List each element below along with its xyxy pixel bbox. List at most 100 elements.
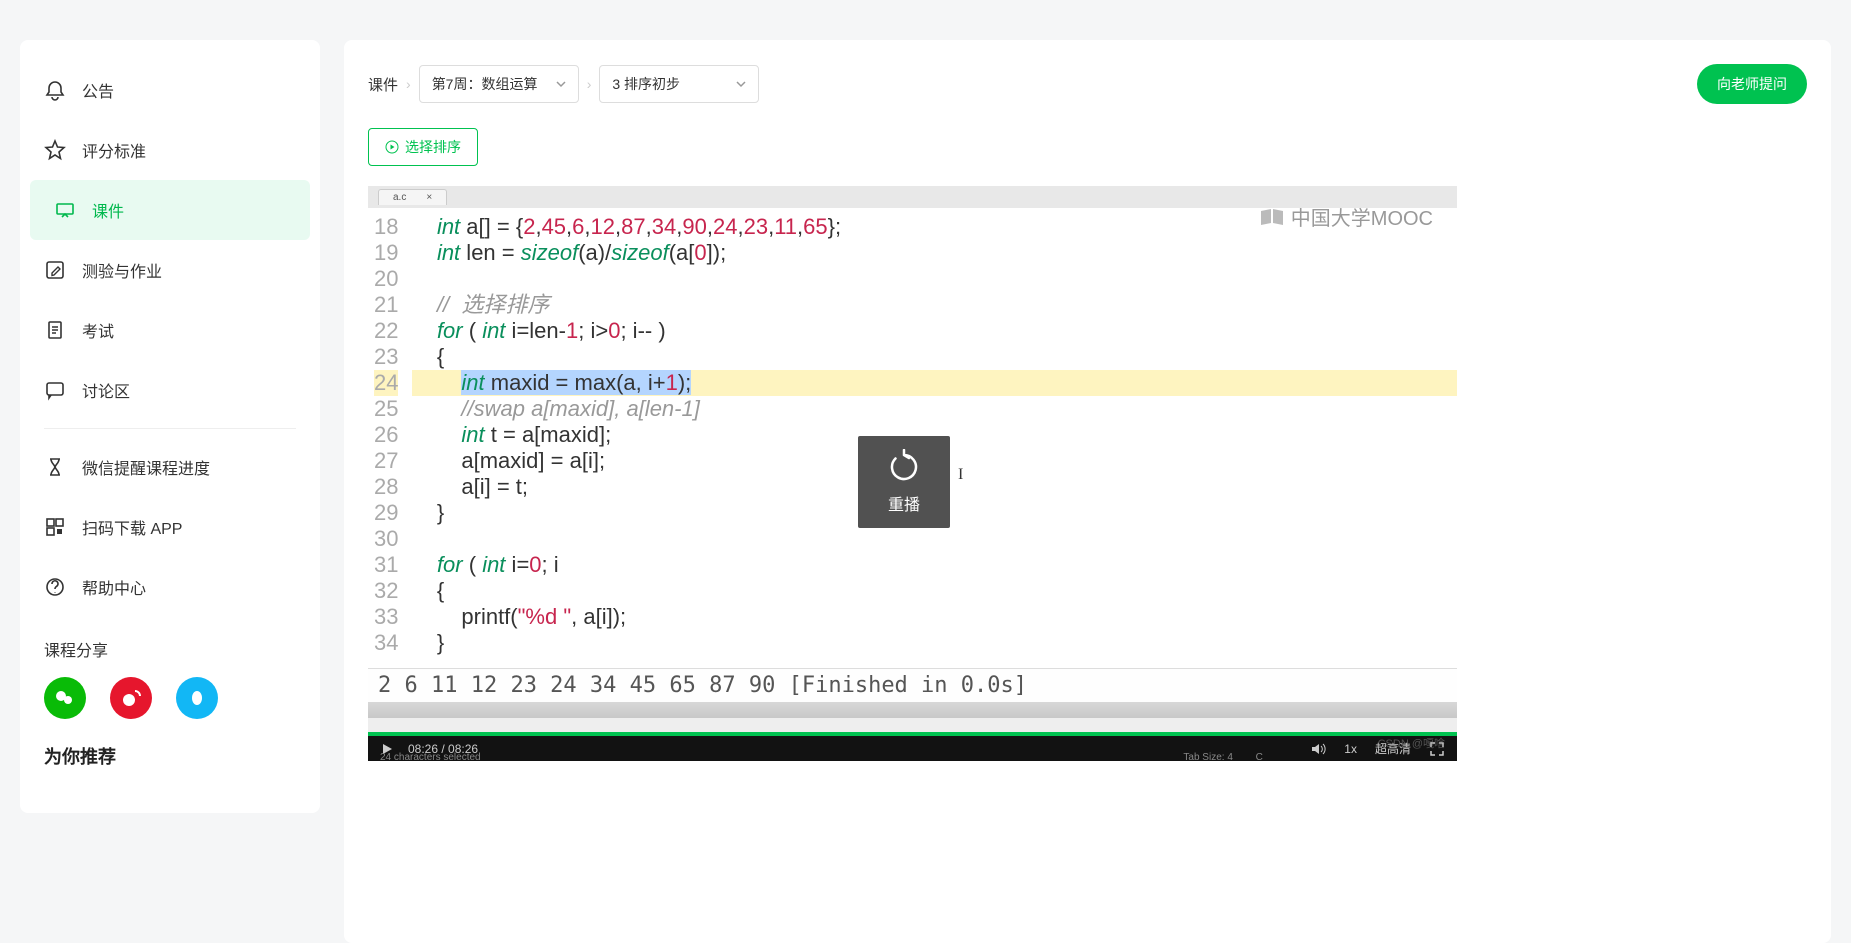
- line-number: 30: [374, 526, 398, 552]
- line-number: 18: [374, 214, 398, 240]
- code-line: }: [412, 630, 1457, 656]
- speed-button[interactable]: 1x: [1344, 742, 1357, 756]
- code-line: for ( int i=0; i: [412, 552, 1457, 578]
- doc-icon: [44, 319, 66, 341]
- line-number: 25: [374, 396, 398, 422]
- chevron-right-icon: ›: [406, 76, 411, 92]
- main-content: 课件 › 第7周：数组运算 › 3 排序初步 向老师提问 选择排序 a.c: [344, 40, 1831, 943]
- code-line: int maxid = max(a, i+1);: [412, 370, 1457, 396]
- code-line: // 选择排序: [412, 292, 1457, 318]
- line-number: 28: [374, 474, 398, 500]
- code-line: for ( int i=len-1; i>0; i-- ): [412, 318, 1457, 344]
- line-number: 19: [374, 240, 398, 266]
- line-number: 31: [374, 552, 398, 578]
- sidebar-item-label: 微信提醒课程进度: [82, 455, 210, 479]
- breadcrumb-week-label: 第7周：数组运算: [432, 74, 538, 94]
- line-gutter: 18192021222324 25262728293031323334: [368, 208, 408, 668]
- sidebar-item-label: 课件: [92, 198, 124, 222]
- selection-info: 24 characters selected Tab Size: 4 C: [380, 752, 1263, 763]
- qr-icon: [44, 516, 66, 538]
- breadcrumb-lesson-select[interactable]: 3 排序初步: [599, 65, 759, 103]
- line-number: 22: [374, 318, 398, 344]
- line-number: 24: [374, 370, 398, 396]
- ask-teacher-button[interactable]: 向老师提问: [1697, 64, 1807, 104]
- line-number: 29: [374, 500, 398, 526]
- console-output: 2 6 11 12 23 24 34 45 65 87 90 [Finished…: [368, 668, 1457, 702]
- share-section: 课程分享: [20, 617, 320, 719]
- chevron-right-icon: ›: [587, 76, 592, 92]
- sidebar-item-label: 考试: [82, 318, 114, 342]
- hourglass-icon: [44, 456, 66, 478]
- breadcrumb-root[interactable]: 课件: [368, 74, 398, 95]
- sidebar-item-label: 评分标准: [82, 138, 146, 162]
- share-title: 课程分享: [44, 637, 296, 661]
- code-line: int len = sizeof(a)/sizeof(a[0]);: [412, 240, 1457, 266]
- wechat-share-icon[interactable]: [44, 677, 86, 719]
- code-line: [412, 526, 1457, 552]
- watermark: CSDN @嘎啥: [1378, 735, 1445, 751]
- sidebar-item-5[interactable]: 讨论区: [20, 360, 320, 420]
- line-number: 23: [374, 344, 398, 370]
- sidebar-item-label: 帮助中心: [82, 575, 146, 599]
- edit-icon: [44, 259, 66, 281]
- close-icon: ×: [426, 192, 432, 203]
- star-icon: [44, 139, 66, 161]
- line-number: 20: [374, 266, 398, 292]
- recommend-title: 为你推荐: [44, 743, 296, 769]
- breadcrumb-lesson-label: 3 排序初步: [612, 74, 680, 94]
- text-cursor-icon: I: [958, 466, 960, 484]
- replay-icon: [886, 449, 922, 485]
- replay-label: 重播: [888, 491, 920, 515]
- play-icon: [385, 140, 399, 154]
- line-number: 34: [374, 630, 398, 656]
- breadcrumb-week-select[interactable]: 第7周：数组运算: [419, 65, 579, 103]
- sidebar-item-6[interactable]: 微信提醒课程进度: [20, 437, 320, 497]
- file-tab-name: a.c: [393, 192, 406, 203]
- replay-button[interactable]: 重播: [858, 436, 950, 528]
- sidebar-item-3[interactable]: 测验与作业: [20, 240, 320, 300]
- line-number: 27: [374, 448, 398, 474]
- video-player: a.c × 18192021222324 2526272829303132333…: [368, 186, 1457, 761]
- sidebar: 公告评分标准课件测验与作业考试讨论区微信提醒课程进度扫码下载 APP 帮助中心 课…: [20, 40, 320, 813]
- mooc-logo-text: 中国大学MOOC: [1291, 202, 1433, 231]
- code-line: {: [412, 578, 1457, 604]
- sidebar-item-label: 扫码下载 APP: [82, 515, 182, 539]
- projector-icon: [54, 199, 76, 221]
- volume-icon[interactable]: [1310, 741, 1326, 757]
- qq-share-icon[interactable]: [176, 677, 218, 719]
- recommend-section: 为你推荐: [20, 719, 320, 793]
- help-icon: [44, 576, 66, 598]
- code-line: //swap a[maxid], a[len-1]: [412, 396, 1457, 422]
- book-icon: [1259, 207, 1285, 227]
- chevron-down-icon: [556, 79, 566, 89]
- chat-icon: [44, 379, 66, 401]
- sidebar-item-1[interactable]: 评分标准: [20, 120, 320, 180]
- sidebar-item-2[interactable]: 课件: [30, 180, 310, 240]
- bell-icon: [44, 79, 66, 101]
- chevron-down-icon: [736, 79, 746, 89]
- editor-status-bar: [368, 702, 1457, 718]
- sidebar-item-label: 讨论区: [82, 378, 130, 402]
- breadcrumb: 课件 › 第7周：数组运算 › 3 排序初步 向老师提问: [368, 64, 1807, 104]
- sidebar-item-label: 公告: [82, 78, 114, 102]
- nav-divider: [44, 428, 296, 429]
- share-icons: [44, 677, 296, 719]
- code-line: {: [412, 344, 1457, 370]
- line-number: 26: [374, 422, 398, 448]
- sidebar-item-8[interactable]: 帮助中心: [20, 557, 320, 617]
- sidebar-item-4[interactable]: 考试: [20, 300, 320, 360]
- code-line: printf("%d ", a[i]);: [412, 604, 1457, 630]
- file-tab: a.c ×: [378, 189, 447, 205]
- line-number: 21: [374, 292, 398, 318]
- video-controls: 08:26 / 08:26 1x 超高清 24 characters selec…: [368, 736, 1457, 761]
- sidebar-item-7[interactable]: 扫码下载 APP: [20, 497, 320, 557]
- topic-chip-label: 选择排序: [405, 137, 461, 157]
- code-line: [412, 266, 1457, 292]
- line-number: 33: [374, 604, 398, 630]
- weibo-share-icon[interactable]: [110, 677, 152, 719]
- line-number: 32: [374, 578, 398, 604]
- video-frame[interactable]: a.c × 18192021222324 2526272829303132333…: [368, 186, 1457, 732]
- topic-chip[interactable]: 选择排序: [368, 128, 478, 166]
- mooc-logo: 中国大学MOOC: [1259, 202, 1433, 231]
- sidebar-item-0[interactable]: 公告: [20, 60, 320, 120]
